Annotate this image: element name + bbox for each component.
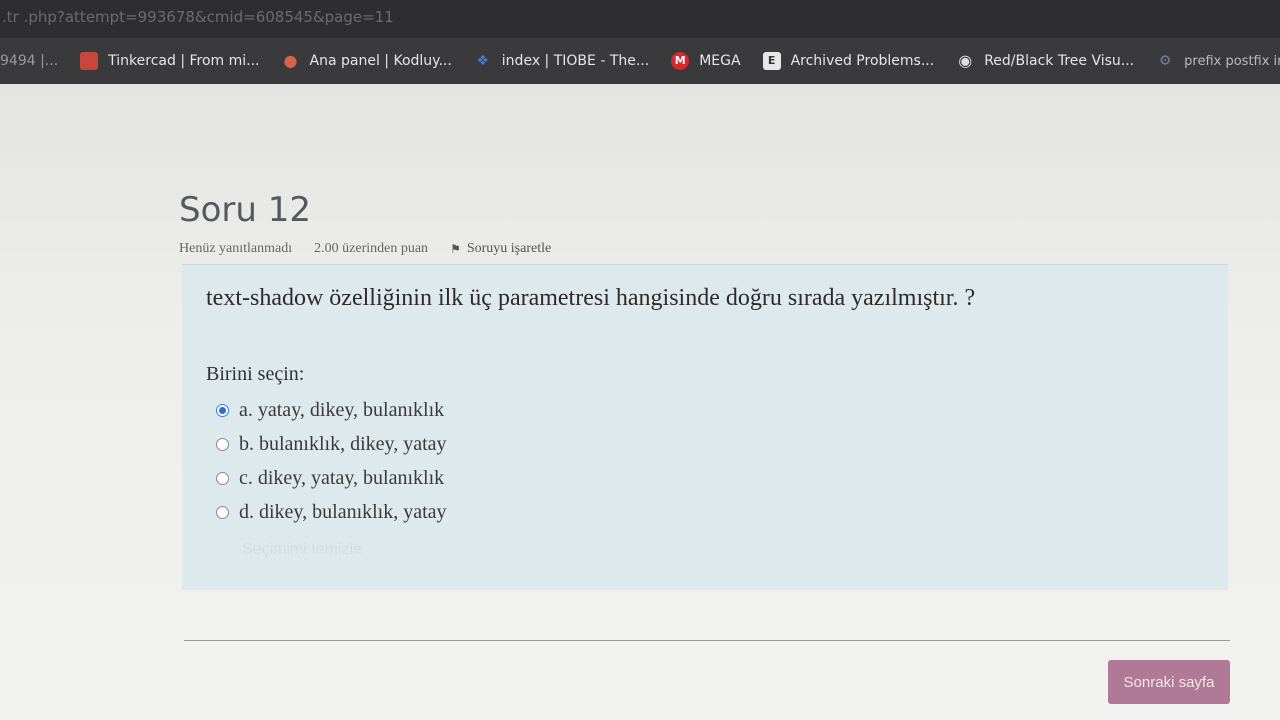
radio-button[interactable]: [216, 437, 229, 451]
map-pin-icon: ●: [283, 51, 298, 70]
bookmark-label: prefix postfix infix o...: [1184, 53, 1280, 69]
flag-question-link[interactable]: ⚑ Soruyu işaretle: [450, 241, 573, 257]
flag-label: Soruyu işaretle: [466, 241, 552, 256]
bookmark-label: Ana panel | Kodluy...: [309, 53, 452, 69]
mega-icon: M: [671, 52, 690, 70]
answer-list: a. yatay, dikey, bulanıklık b. bulanıklı…: [216, 393, 447, 529]
clear-selection-link[interactable]: Seçimimi temizle: [242, 541, 362, 559]
divider: [184, 640, 1230, 641]
bookmark-red-black-tree[interactable]: ◉ Red/Black Tree Visu...: [956, 52, 1134, 70]
answer-label: c. dikey, yatay, bulanıklık: [239, 466, 445, 489]
bookmark-tiobe[interactable]: ❖ index | TIOBE - The...: [474, 52, 650, 70]
bookmark-label: 9494 |...: [0, 53, 59, 69]
bookmark-label: Archived Problems...: [790, 53, 935, 69]
address-bar[interactable]: .tr .php?attempt=993678&cmid=608545&page…: [0, 0, 1280, 38]
radio-button[interactable]: [216, 403, 229, 417]
question-points: 2.00 üzerinden puan: [314, 241, 429, 256]
tinkercad-icon: [80, 52, 99, 70]
tiobe-icon: ❖: [476, 53, 490, 69]
bookmark-archived-problems[interactable]: E Archived Problems...: [762, 52, 935, 70]
answer-option-b[interactable]: b. bulanıklık, dikey, yatay: [216, 427, 447, 461]
bookmark-tinkercad[interactable]: Tinkercad | From mi...: [80, 52, 260, 70]
question-title: Soru 12: [179, 190, 311, 230]
bookmark-prefix-postfix[interactable]: ⚙ prefix postfix infix o...: [1156, 52, 1280, 70]
question-text: text-shadow özelliğinin ilk üç parametre…: [206, 285, 976, 311]
quiz-page: Soru 12 Henüz yanıtlanmadı 2.00 üzerinde…: [0, 84, 1280, 720]
bookmarks-bar: 9494 |... Tinkercad | From mi... ● Ana p…: [0, 38, 1280, 84]
bookmark-label: index | TIOBE - The...: [501, 53, 650, 69]
answer-option-c[interactable]: c. dikey, yatay, bulanıklık: [216, 461, 447, 495]
url-text: .tr .php?attempt=993678&cmid=608545&page…: [2, 8, 394, 26]
radio-button[interactable]: [216, 505, 229, 519]
bookmark-label: Red/Black Tree Visu...: [984, 53, 1135, 69]
answer-prompt: Birini seçin:: [206, 363, 305, 385]
answer-label: d. dikey, bulanıklık, yatay: [239, 500, 447, 523]
question-info: Henüz yanıtlanmadı 2.00 üzerinden puan ⚑…: [179, 241, 595, 257]
answer-label: a. yatay, dikey, bulanıklık: [239, 398, 445, 421]
answer-option-d[interactable]: d. dikey, bulanıklık, yatay: [216, 495, 447, 529]
answer-option-a[interactable]: a. yatay, dikey, bulanıklık: [216, 393, 447, 427]
bookmark-mega[interactable]: M MEGA: [671, 52, 741, 70]
question-box: text-shadow özelliğinin ilk üç parametre…: [182, 264, 1228, 590]
flag-icon: ⚑: [450, 241, 461, 256]
radio-button[interactable]: [216, 471, 229, 485]
next-page-button[interactable]: Sonraki sayfa: [1108, 660, 1230, 704]
bookmark-ana-panel[interactable]: ● Ana panel | Kodluy...: [282, 52, 452, 70]
site-icon: ⚙: [1158, 53, 1172, 69]
bookmark-item[interactable]: 9494 |...: [0, 53, 58, 69]
bookmark-label: MEGA: [699, 53, 741, 69]
question-status: Henüz yanıtlanmadı: [179, 241, 293, 256]
answer-label: b. bulanıklık, dikey, yatay: [239, 432, 447, 455]
bookmark-label: Tinkercad | From mi...: [108, 53, 260, 69]
project-euler-icon: E: [762, 52, 781, 70]
globe-icon: ◉: [958, 51, 973, 70]
